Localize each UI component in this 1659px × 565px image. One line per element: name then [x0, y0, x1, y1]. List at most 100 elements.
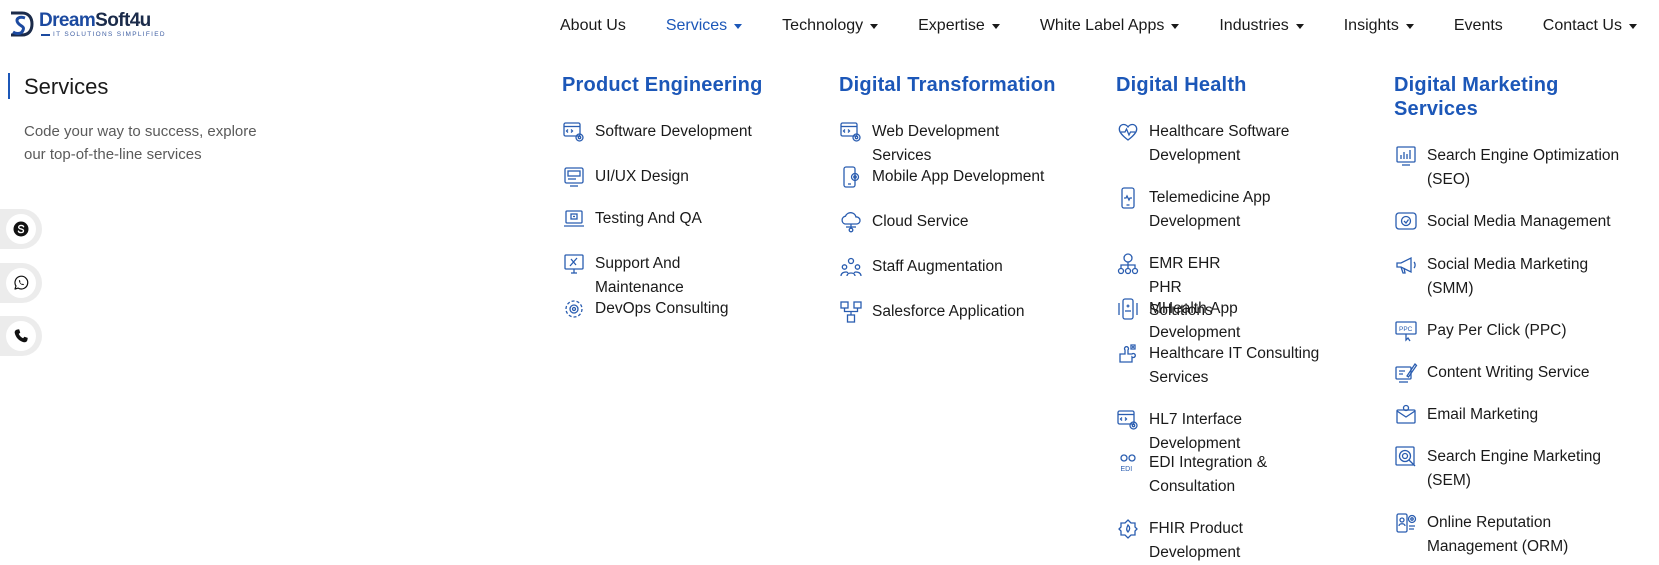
menu-column-product-engineering: Product Engineering Software Development…	[562, 73, 763, 318]
svg-text:EDI: EDI	[1121, 466, 1133, 473]
social-bubble-icon	[1394, 210, 1418, 234]
nav-label: Industries	[1219, 17, 1289, 34]
phone-icon	[14, 329, 28, 343]
laptop-test-icon	[562, 207, 586, 231]
phone-pulse-icon	[1116, 186, 1140, 210]
ppc-click-icon: PPC	[1394, 319, 1418, 343]
menu-item-web-development-services[interactable]: Web Development Services	[839, 120, 1056, 167]
chevron-down-icon	[1405, 24, 1414, 29]
menu-item-label: Software Development	[595, 123, 752, 140]
menu-item-label: Content Writing Service	[1427, 364, 1590, 381]
nav-services[interactable]: Services	[666, 14, 743, 38]
menu-item-label: Pay Per Click (PPC)	[1427, 322, 1567, 339]
intro-title: Services	[24, 74, 109, 99]
menu-item-seo[interactable]: Search Engine Optimization (SEO)	[1394, 144, 1634, 191]
menu-item-software-development[interactable]: Software Development	[562, 120, 752, 144]
whatsapp-icon	[14, 275, 29, 290]
menu-item-staff-augmentation[interactable]: Staff Augmentation	[839, 255, 1003, 279]
ui-design-icon	[562, 165, 586, 189]
menu-item-pay-per-click[interactable]: PPC Pay Per Click (PPC)	[1394, 319, 1567, 343]
menu-item-cloud-service[interactable]: Cloud Service	[839, 210, 969, 234]
nav-white-label-apps[interactable]: White Label Apps	[1040, 14, 1180, 38]
menu-item-ui-ux-design[interactable]: UI/UX Design	[562, 165, 689, 189]
menu-item-salesforce-application[interactable]: Salesforce Application	[839, 300, 1025, 324]
menu-item-mhealth-app-development[interactable]: MHealth App Development	[1116, 297, 1247, 344]
menu-item-label: UI/UX Design	[595, 168, 689, 185]
mobile-gear-icon	[839, 165, 863, 189]
menu-item-label: Healthcare IT Consulting Services	[1149, 345, 1320, 386]
team-icon	[839, 255, 863, 279]
seo-chart-icon	[1394, 144, 1418, 168]
column-title: Product Engineering	[562, 74, 763, 96]
menu-item-label: Search Engine Optimization (SEO)	[1427, 147, 1620, 188]
menu-item-mobile-app-development[interactable]: Mobile App Development	[839, 165, 1044, 189]
email-icon	[1394, 403, 1418, 427]
logo-text: DreamSoft4u IT SOLUTIONS SIMPLIFIED	[39, 10, 166, 39]
menu-item-label: Social Media Management	[1427, 213, 1611, 230]
pen-document-icon	[1394, 361, 1418, 385]
menu-item-label: Healthcare Software Development	[1149, 123, 1290, 164]
chevron-down-icon	[1171, 24, 1180, 29]
chevron-down-icon	[1295, 24, 1304, 29]
fire-badge-icon	[1116, 517, 1140, 541]
skype-button[interactable]	[0, 209, 42, 249]
brand-logo[interactable]: DreamSoft4u IT SOLUTIONS SIMPLIFIED	[8, 10, 166, 39]
menu-item-online-reputation-management[interactable]: Online Reputation Management (ORM)	[1394, 511, 1614, 558]
menu-item-label: Social Media Marketing (SMM)	[1427, 256, 1589, 297]
chevron-down-icon	[1628, 24, 1637, 29]
menu-item-healthcare-software-development[interactable]: Healthcare Software Development	[1116, 120, 1356, 167]
menu-item-search-engine-marketing[interactable]: Search Engine Marketing (SEM)	[1394, 445, 1624, 492]
menu-item-social-media-marketing[interactable]: Social Media Marketing (SMM)	[1394, 253, 1614, 300]
menu-item-hl7-interface-development[interactable]: HL7 Interface Development	[1116, 408, 1247, 455]
chevron-down-icon	[870, 24, 879, 29]
nav-label: Events	[1453, 17, 1503, 34]
column-title: Digital Marketing Services	[1394, 74, 1559, 120]
menu-item-email-marketing[interactable]: Email Marketing	[1394, 403, 1538, 427]
records-network-icon	[1116, 252, 1140, 276]
nav-technology[interactable]: Technology	[782, 14, 879, 38]
menu-item-testing-and-qa[interactable]: Testing And QA	[562, 207, 702, 231]
phone-button-inner	[6, 321, 36, 351]
menu-item-label: HL7 Interface Development	[1149, 411, 1243, 452]
menu-item-fhir-product-development[interactable]: FHIR Product Development	[1116, 517, 1247, 564]
menu-item-devops-consulting[interactable]: DevOps Consulting	[562, 297, 729, 321]
nav-events[interactable]: Events	[1454, 14, 1503, 38]
menu-item-label: Support And Maintenance	[595, 255, 684, 296]
logo-name-part1: Dream	[39, 10, 96, 31]
menu-item-label: MHealth App Development	[1149, 300, 1241, 341]
menu-item-support-and-maintenance[interactable]: Support And Maintenance	[562, 252, 762, 299]
menu-item-label: Search Engine Marketing (SEM)	[1427, 448, 1602, 489]
menu-item-label: Telemedicine App Development	[1149, 189, 1271, 230]
menu-item-label: Online Reputation Management (ORM)	[1427, 514, 1569, 555]
nav-label: Expertise	[918, 17, 985, 34]
whatsapp-button[interactable]	[0, 263, 42, 303]
svg-text:PPC: PPC	[1399, 326, 1413, 333]
nav-industries[interactable]: Industries	[1219, 14, 1304, 38]
menu-item-healthcare-it-consulting-services[interactable]: Healthcare IT Consulting Services	[1116, 342, 1336, 389]
menu-item-social-media-management[interactable]: Social Media Management	[1394, 210, 1611, 234]
menu-item-label: Email Marketing	[1427, 406, 1539, 423]
intro-accent-bar	[8, 73, 10, 99]
edi-icon: EDI	[1116, 451, 1140, 475]
menu-item-label: Testing And QA	[595, 210, 702, 227]
nav-insights[interactable]: Insights	[1344, 14, 1414, 38]
code-window-gear-icon	[1116, 408, 1140, 432]
menu-item-content-writing-service[interactable]: Content Writing Service	[1394, 361, 1590, 385]
nav-contact-us[interactable]: Contact Us	[1543, 14, 1637, 38]
nav-expertise[interactable]: Expertise	[918, 14, 1000, 38]
code-window-gear-icon	[562, 120, 586, 144]
heart-pulse-icon	[1116, 120, 1140, 144]
cloud-network-icon	[839, 210, 863, 234]
megaphone-icon	[1394, 253, 1418, 277]
menu-item-telemedicine-app-development[interactable]: Telemedicine App Development	[1116, 186, 1316, 233]
menu-item-edi-integration-consultation[interactable]: EDI EDI Integration & Consultation	[1116, 451, 1316, 498]
phone-button[interactable]	[0, 316, 42, 356]
gears-icon	[562, 297, 586, 321]
reputation-icon	[1394, 511, 1418, 535]
puzzle-health-icon	[1116, 342, 1140, 366]
menu-column-digital-marketing: Digital Marketing Services Search Engine…	[1394, 73, 1644, 555]
skype-icon	[13, 221, 29, 237]
menu-item-label: FHIR Product Development	[1149, 520, 1243, 561]
nav-about-us[interactable]: About Us	[560, 14, 626, 38]
whatsapp-button-inner	[6, 268, 36, 298]
